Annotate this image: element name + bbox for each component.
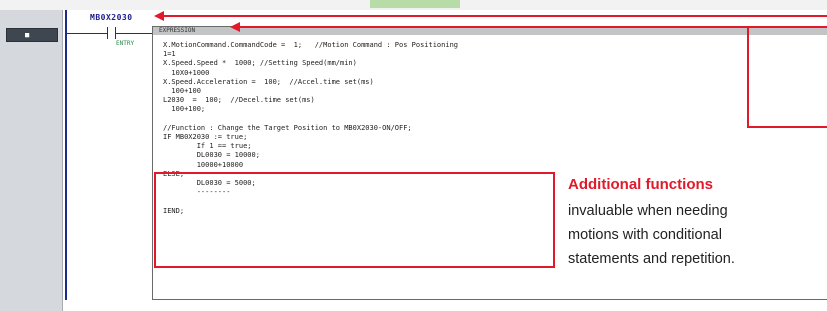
code-line[interactable]: 1=1 [163, 50, 176, 59]
ladder-editor-window: ■ MB0X2030 ENTRY EXPRESSION X.MotionComm… [0, 0, 827, 311]
code-line[interactable]: If 1 == true; [163, 142, 252, 151]
code-line[interactable]: 100+100 [163, 87, 201, 96]
callout-line: invaluable when needing [568, 203, 728, 219]
rung-select-label: ■ [25, 31, 32, 39]
callout-connector [747, 26, 827, 128]
contact-address[interactable]: MB0X2030 [90, 13, 133, 22]
callout-title: Additional functions [568, 176, 713, 193]
active-tab-indicator[interactable] [370, 0, 460, 8]
code-line[interactable]: 10X0+1000 [163, 69, 209, 78]
callout-body: invaluable when needing motions with con… [568, 199, 826, 271]
rung-wire-right [116, 33, 153, 34]
code-line[interactable]: //Function : Change the Target Position … [163, 124, 412, 133]
callout-line: motions with conditional [568, 227, 722, 243]
code-line[interactable]: X.Speed.Acceleration = 100; //Accel.time… [163, 78, 374, 87]
code-line[interactable]: 100+100; [163, 105, 205, 114]
callout-arrow-line [239, 26, 749, 28]
code-line[interactable]: L2030 = 100; //Decel.time set(ms) [163, 96, 315, 105]
conditional-code-highlight [154, 172, 555, 268]
code-line[interactable]: X.MotionCommand.CommandCode = 1; //Motio… [163, 41, 458, 50]
code-line[interactable]: IF MB0X2030 := true; [163, 133, 247, 142]
left-power-rail [65, 10, 67, 300]
rung-gutter: ■ [0, 10, 63, 311]
code-line[interactable]: 10000+10000 [163, 161, 243, 170]
st-block-header: EXPRESSION [153, 27, 827, 35]
st-block-header-label: EXPRESSION [159, 27, 196, 34]
rung-select-button[interactable]: ■ [6, 28, 58, 42]
callout-line: statements and repetition. [568, 251, 735, 267]
code-line[interactable]: DL0030 = 10000; [163, 151, 260, 160]
rung-wire-left [67, 33, 107, 34]
callout-arrow-line [163, 15, 827, 17]
code-line[interactable]: X.Speed.Speed * 1000; //Setting Speed(mm… [163, 59, 357, 68]
contact-comment: ENTRY [116, 40, 135, 47]
contact-symbol-left[interactable] [107, 27, 108, 39]
